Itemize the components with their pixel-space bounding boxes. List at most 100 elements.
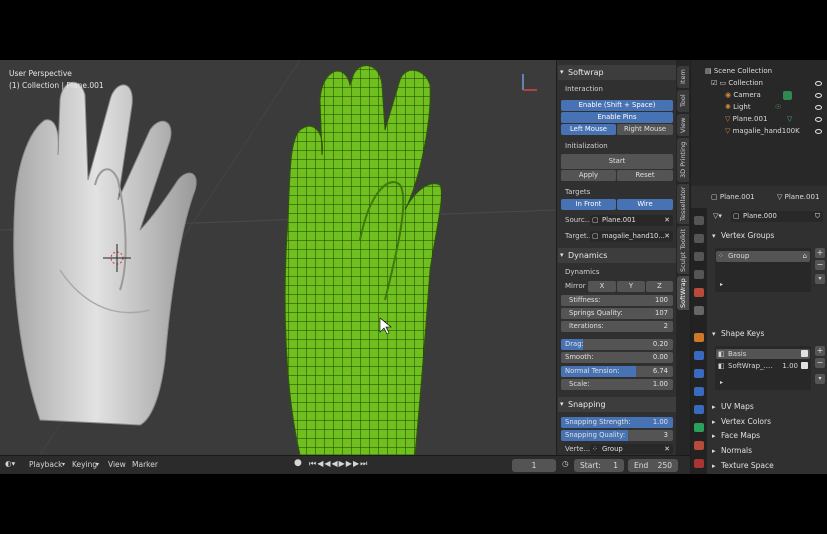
mirror-y-toggle[interactable]: Y [617, 281, 645, 292]
mesh-data-tab-icon[interactable] [694, 423, 704, 432]
eye-icon[interactable] [815, 105, 822, 110]
snapping-quality-slider[interactable]: Snapping Quality: 3 [561, 430, 673, 441]
eye-icon[interactable] [815, 129, 822, 134]
scene-collection-row[interactable]: ▤ Scene Collection [705, 66, 772, 77]
vertex-group-field[interactable]: ⁘ Group ✕ [590, 444, 673, 454]
right-mouse-button[interactable]: Right Mouse [617, 124, 673, 135]
eye-icon[interactable] [815, 81, 822, 86]
vertex-colors-header[interactable]: Vertex Colors [709, 415, 826, 429]
add-shape-key-button[interactable]: + [815, 346, 825, 356]
tab-tessellator[interactable]: Tessellator [677, 184, 689, 224]
object-breadcrumb[interactable]: ▢ Plane.001 [711, 192, 755, 203]
source-object-field[interactable]: ▢ Plane.001 ✕ [590, 215, 673, 226]
marker-menu[interactable]: Marker [132, 460, 158, 469]
scale-field[interactable]: Scale: 1.00 [561, 379, 673, 390]
shape-key-menu-button[interactable]: ▾ [815, 374, 825, 384]
smooth-slider[interactable]: Smooth: 0.00 [561, 352, 673, 363]
vertex-groups-header[interactable]: Vertex Groups [709, 229, 826, 243]
keying-menu[interactable]: Keying [72, 460, 97, 469]
add-vertex-group-button[interactable]: + [815, 248, 825, 258]
apply-button[interactable]: Apply [561, 170, 616, 181]
normals-header[interactable]: Normals [709, 444, 826, 458]
dynamics-panel-header[interactable]: Dynamics [558, 248, 676, 263]
shield-icon[interactable]: ⛉ [815, 211, 820, 222]
close-icon[interactable]: ✕ [664, 444, 670, 454]
world-tab-icon[interactable] [694, 306, 704, 315]
view-menu[interactable]: View [108, 460, 126, 469]
tool-tab-icon[interactable] [694, 216, 704, 225]
expand-icon[interactable]: ▸ [720, 379, 723, 386]
tab-sculpt-toolkit[interactable]: Sculpt Toolkit [677, 226, 689, 274]
view-layer-tab-icon[interactable] [694, 270, 704, 279]
remove-vertex-group-button[interactable]: − [815, 260, 825, 270]
3d-viewport[interactable]: User Perspective (1) Collection | Plane.… [0, 60, 556, 455]
vertex-group-item[interactable]: ⁘ Group ⌂ [716, 251, 810, 262]
shape-key-softwrap[interactable]: ◧ SoftWrap_.... 1.00 [716, 361, 810, 371]
face-maps-header[interactable]: Face Maps [709, 429, 826, 443]
shape-key-basis[interactable]: ◧ Basis [716, 349, 810, 359]
tab-view[interactable]: View [677, 114, 689, 136]
modifier-tab-icon[interactable] [694, 351, 704, 360]
data-breadcrumb[interactable]: ▽ Plane.001 [777, 192, 819, 203]
texture-space-header[interactable]: Texture Space [709, 459, 826, 473]
texture-tab-icon[interactable] [694, 459, 704, 468]
physics-tab-icon[interactable] [694, 387, 704, 396]
softwrap-panel-header[interactable]: Softwrap [558, 65, 676, 80]
tab-item[interactable]: Item [677, 66, 689, 88]
particles-tab-icon[interactable] [694, 369, 704, 378]
checkbox-icon[interactable] [801, 362, 808, 369]
start-frame-field[interactable]: Start: 1 [574, 459, 624, 472]
record-icon[interactable]: ● [294, 458, 302, 468]
collection-row[interactable]: ☑ ▭ Collection [711, 78, 826, 89]
reset-button[interactable]: Reset [617, 170, 673, 181]
vertex-groups-list[interactable]: ⁘ Group ⌂ ▸ [715, 248, 811, 292]
material-tab-icon[interactable] [694, 441, 704, 450]
in-front-toggle[interactable]: In Front [561, 199, 616, 210]
outliner-item-light[interactable]: ✺ Light ☉ [725, 102, 826, 113]
expand-icon[interactable]: ▸ [720, 281, 723, 288]
shape-keys-list[interactable]: ◧ Basis ◧ SoftWrap_.... 1.00 ▸ [715, 346, 811, 390]
render-tab-icon[interactable] [694, 234, 704, 243]
checkbox-icon[interactable] [801, 350, 808, 357]
eye-icon[interactable] [815, 117, 822, 122]
remove-shape-key-button[interactable]: − [815, 358, 825, 368]
current-frame-field[interactable]: 1 [512, 459, 556, 472]
object-tab-icon[interactable] [694, 333, 704, 342]
output-tab-icon[interactable] [694, 252, 704, 261]
eye-icon[interactable] [815, 93, 822, 98]
drag-slider[interactable]: Drag: 0.20 [561, 339, 673, 350]
snapping-panel-header[interactable]: Snapping [558, 397, 676, 412]
tab-tool[interactable]: Tool [677, 90, 689, 112]
outliner-item-plane[interactable]: ▽ Plane.001 ▽ [725, 114, 826, 125]
vertex-group-menu-button[interactable]: ▾ [815, 274, 825, 284]
close-icon[interactable]: ✕ [664, 231, 670, 242]
lock-icon[interactable]: ⌂ [803, 251, 807, 262]
tab-softwrap[interactable]: SoftWrap [677, 276, 689, 310]
iterations-field[interactable]: Iterations: 2 [561, 321, 673, 332]
playback-controls[interactable]: ⏮◀◀◀▶▶▶⏭ [309, 459, 368, 469]
uv-maps-header[interactable]: UV Maps [709, 400, 826, 414]
outliner-item-camera[interactable]: ◉ Camera [725, 90, 826, 101]
checkbox-icon[interactable]: ☑ [711, 79, 720, 87]
editor-type-icon[interactable]: ◐▾ [5, 459, 15, 468]
mirror-x-toggle[interactable]: X [588, 281, 616, 292]
start-button[interactable]: Start [561, 154, 673, 169]
mesh-datablock-field[interactable]: ▢ Plane.000 ⛉ [731, 211, 823, 222]
tab-3d-printing[interactable]: 3D Printing [677, 138, 689, 182]
axis-gizmo-icon[interactable] [522, 74, 537, 91]
enable-softwrap-button[interactable]: Enable (Shift + Space) [561, 100, 673, 111]
outliner-item-hand[interactable]: ▽ magalie_hand100K [725, 126, 826, 137]
close-icon[interactable]: ✕ [664, 215, 670, 226]
scene-tab-icon[interactable] [694, 288, 704, 297]
shape-keys-header[interactable]: Shape Keys [709, 327, 826, 341]
wire-toggle[interactable]: Wire [617, 199, 673, 210]
constraints-tab-icon[interactable] [694, 405, 704, 414]
springs-quality-field[interactable]: Springs Quality: 107 [561, 308, 673, 319]
snapping-strength-slider[interactable]: Snapping Strength: 1.00 [561, 417, 673, 428]
left-mouse-button[interactable]: Left Mouse [561, 124, 616, 135]
stiffness-field[interactable]: Stiffness: 100 [561, 295, 673, 306]
target-object-field[interactable]: ▢ magalie_hand10... ✕ [590, 231, 673, 242]
shape-key-softwrap-value[interactable]: 1.00 [782, 361, 798, 371]
normal-tension-slider[interactable]: Normal Tension: 6.74 [561, 366, 673, 377]
playback-menu[interactable]: Playback [29, 460, 62, 469]
